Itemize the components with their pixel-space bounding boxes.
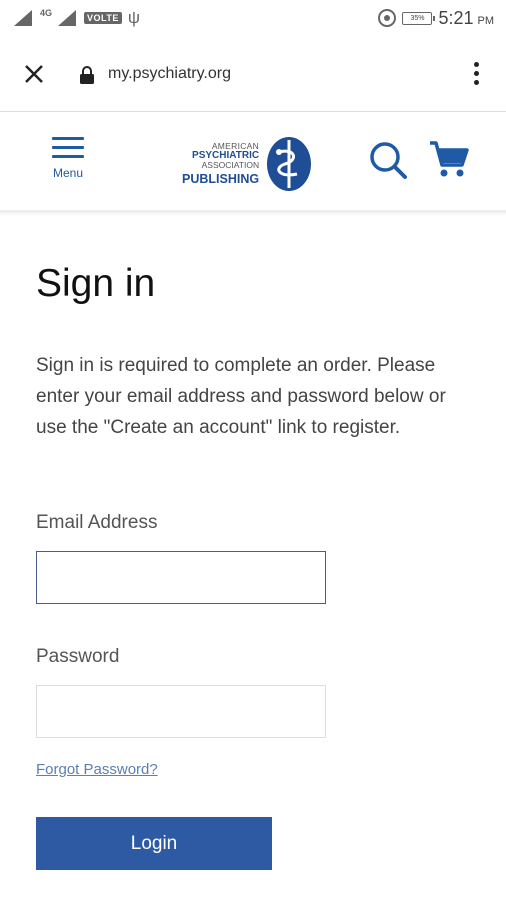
lock-icon bbox=[80, 64, 96, 84]
site-header: Menu AMERICAN PSYCHIATRIC ASSOCIATION PU… bbox=[0, 113, 506, 213]
page-title: Sign in bbox=[36, 262, 156, 305]
forgot-password-link[interactable]: Forgot Password? bbox=[36, 761, 158, 778]
more-options-icon[interactable] bbox=[464, 58, 488, 90]
usb-icon: ψ bbox=[127, 8, 140, 27]
clock-time: 5:21 bbox=[438, 7, 474, 28]
password-input[interactable] bbox=[36, 685, 326, 738]
search-icon[interactable] bbox=[367, 139, 409, 181]
menu-button[interactable]: Menu bbox=[50, 137, 86, 187]
hamburger-icon-bar bbox=[52, 155, 84, 158]
password-label: Password bbox=[36, 646, 120, 667]
logo-line-4: PUBLISHING bbox=[182, 172, 260, 187]
close-icon[interactable] bbox=[18, 58, 50, 90]
logo-text: AMERICAN PSYCHIATRIC ASSOCIATION PUBLISH… bbox=[182, 142, 259, 186]
battery-icon: 35% bbox=[402, 11, 436, 25]
network-type: 4G bbox=[40, 8, 53, 18]
shopping-cart-icon[interactable] bbox=[428, 139, 470, 181]
status-right: 35% 5:21 PM bbox=[378, 8, 494, 29]
logo-line-3: ASSOCIATION bbox=[201, 159, 260, 170]
signin-instructions: Sign in is required to complete an order… bbox=[36, 355, 446, 438]
hamburger-icon-bar bbox=[52, 146, 84, 149]
menu-label: Menu bbox=[52, 166, 84, 180]
status-bar: 4G VOLTE ψ 35% 5:21 PM bbox=[0, 0, 506, 36]
data-saver-icon bbox=[378, 9, 397, 27]
signal-icon bbox=[14, 10, 32, 26]
apa-publishing-logo[interactable]: AMERICAN PSYCHIATRIC ASSOCIATION PUBLISH… bbox=[182, 131, 332, 197]
clock: 5:21 PM bbox=[438, 8, 494, 29]
email-label: Email Address bbox=[36, 512, 158, 533]
hamburger-icon-bar bbox=[52, 137, 84, 140]
login-button[interactable]: Login bbox=[36, 817, 272, 870]
status-left: 4G VOLTE ψ bbox=[14, 8, 140, 28]
url-text[interactable]: my.psychiatry.org bbox=[108, 65, 231, 83]
email-input[interactable] bbox=[36, 551, 326, 604]
volte-badge: VOLTE bbox=[84, 12, 122, 24]
caduceus-logo-icon bbox=[267, 137, 312, 191]
clock-ampm: PM bbox=[477, 14, 495, 27]
browser-toolbar: my.psychiatry.org bbox=[0, 36, 506, 112]
signal-icon-2 bbox=[58, 10, 77, 26]
